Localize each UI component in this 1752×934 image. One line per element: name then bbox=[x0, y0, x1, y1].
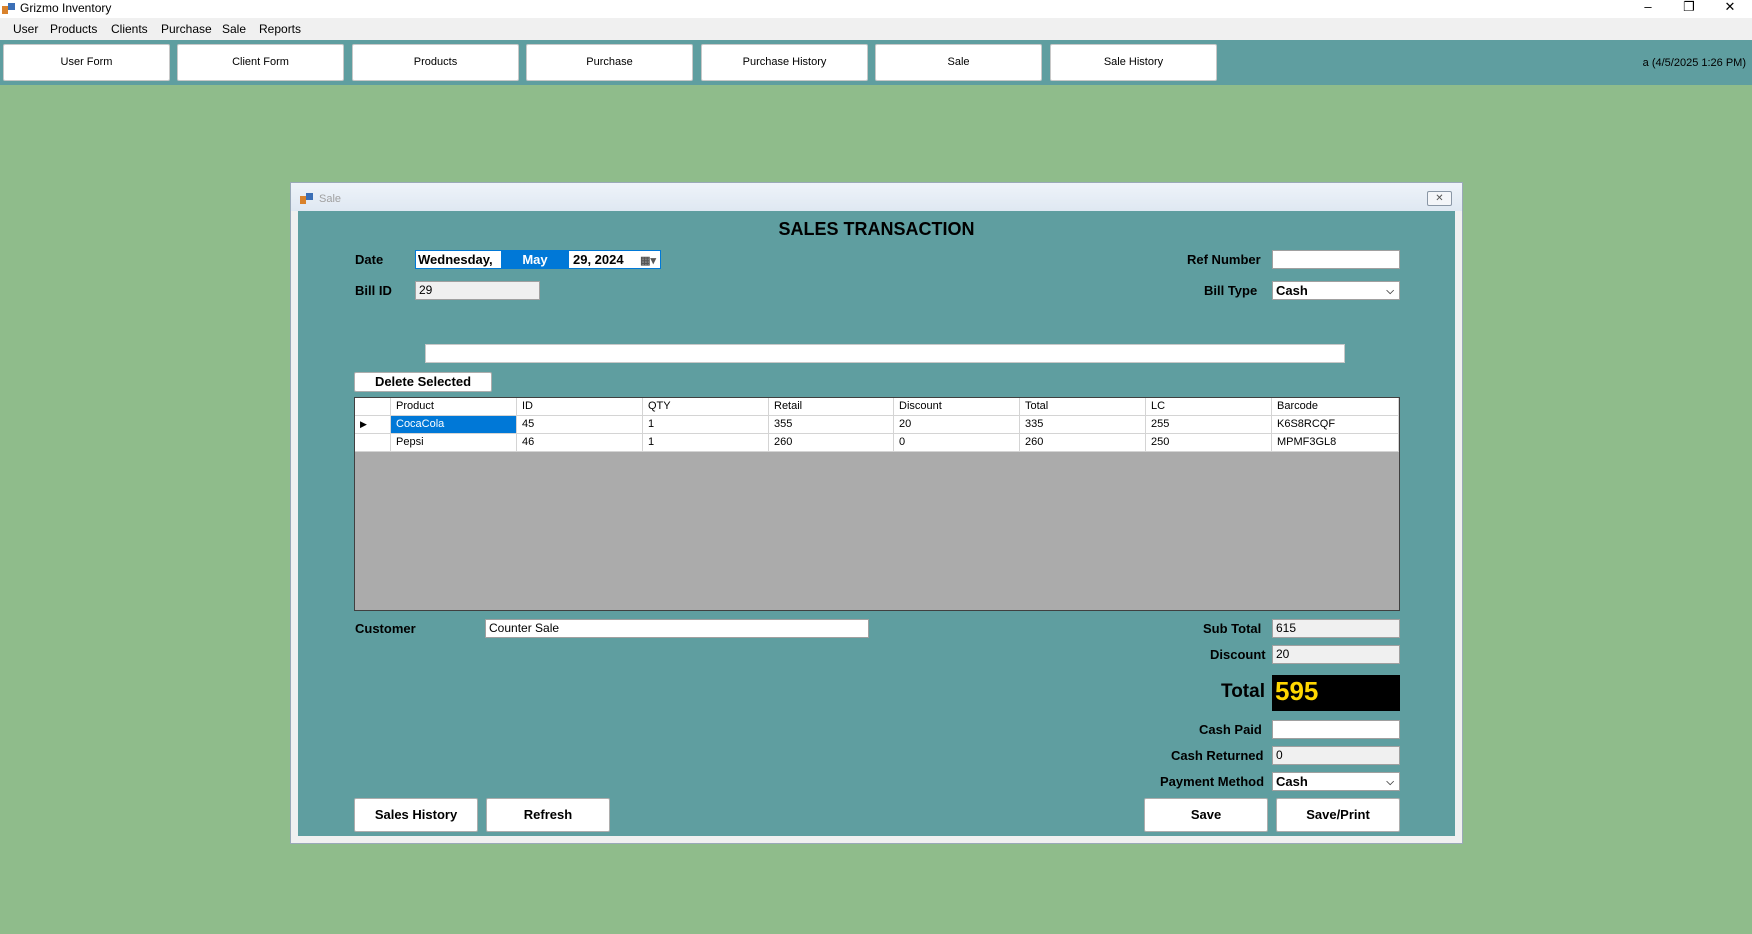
sales-grid[interactable]: Product ID QTY Retail Discount Total LC … bbox=[354, 397, 1400, 611]
client-form-button[interactable]: Client Form bbox=[177, 44, 344, 81]
sale-history-button[interactable]: Sale History bbox=[1050, 44, 1217, 81]
discount-field[interactable]: 20 bbox=[1272, 645, 1400, 664]
payment-method-select[interactable]: Cash ⌵ bbox=[1272, 772, 1400, 791]
column-header-product[interactable]: Product bbox=[391, 398, 517, 416]
date-month[interactable]: May bbox=[501, 251, 569, 268]
payment-method-label: Payment Method bbox=[1160, 774, 1265, 789]
table-cell[interactable]: MPMF3GL8 bbox=[1272, 434, 1399, 452]
total-display: 595 bbox=[1272, 675, 1400, 711]
menu-products[interactable]: Products bbox=[50, 22, 97, 36]
table-cell[interactable]: 1 bbox=[643, 416, 769, 434]
row-marker-icon[interactable]: ▶ bbox=[355, 416, 391, 434]
column-header-qty[interactable]: QTY bbox=[643, 398, 769, 416]
table-cell[interactable]: 1 bbox=[643, 434, 769, 452]
ref-number-label: Ref Number bbox=[1187, 252, 1261, 267]
products-button[interactable]: Products bbox=[352, 44, 519, 81]
bill-id-label: Bill ID bbox=[355, 283, 392, 298]
purchase-button[interactable]: Purchase bbox=[526, 44, 693, 81]
column-header-barcode[interactable]: Barcode bbox=[1272, 398, 1399, 416]
table-cell[interactable]: 45 bbox=[517, 416, 643, 434]
menu-user[interactable]: User bbox=[13, 22, 38, 36]
table-cell[interactable]: Pepsi bbox=[391, 434, 517, 452]
delete-selected-button[interactable]: Delete Selected bbox=[354, 372, 492, 392]
grid-corner bbox=[355, 398, 391, 416]
cash-paid-label: Cash Paid bbox=[1199, 722, 1262, 737]
save-print-button[interactable]: Save/Print bbox=[1276, 798, 1400, 832]
customer-label: Customer bbox=[355, 621, 416, 636]
discount-label: Discount bbox=[1210, 647, 1266, 662]
calendar-icon[interactable]: ▦▾ bbox=[640, 253, 656, 270]
table-cell[interactable]: 20 bbox=[894, 416, 1020, 434]
total-label: Total bbox=[1221, 681, 1265, 702]
user-status: a (4/5/2025 1:26 PM) bbox=[1642, 57, 1746, 69]
date-label: Date bbox=[355, 252, 384, 267]
customer-field[interactable]: Counter Sale bbox=[485, 619, 869, 638]
column-header-lc[interactable]: LC bbox=[1146, 398, 1272, 416]
save-button[interactable]: Save bbox=[1144, 798, 1268, 832]
minimize-button[interactable]: – bbox=[1628, 0, 1668, 18]
table-cell[interactable]: 250 bbox=[1146, 434, 1272, 452]
bill-type-label: Bill Type bbox=[1204, 283, 1258, 298]
chevron-down-icon: ⌵ bbox=[1386, 777, 1394, 788]
window-title: Grizmo Inventory bbox=[20, 1, 112, 15]
menu-reports[interactable]: Reports bbox=[259, 22, 301, 36]
dialog-body: SALES TRANSACTION Date Wednesday, May 29… bbox=[298, 211, 1455, 836]
cash-paid-field[interactable] bbox=[1272, 720, 1400, 739]
date-picker[interactable]: Wednesday, May 29, 2024 ▦▾ bbox=[415, 250, 661, 269]
table-cell[interactable]: K6S8RCQF bbox=[1272, 416, 1399, 434]
close-window-button[interactable]: ✕ bbox=[1710, 0, 1750, 18]
payment-method-value: Cash bbox=[1276, 774, 1308, 789]
sale-dialog: Sale ✕ SALES TRANSACTION Date Wednesday,… bbox=[290, 182, 1463, 844]
bill-type-select[interactable]: Cash ⌵ bbox=[1272, 281, 1400, 300]
sale-button[interactable]: Sale bbox=[875, 44, 1042, 81]
ref-number-field[interactable] bbox=[1272, 250, 1400, 269]
menu-purchase[interactable]: Purchase bbox=[161, 22, 212, 36]
table-cell[interactable]: 260 bbox=[1020, 434, 1146, 452]
menu-bar: User Products Clients Purchase Sale Repo… bbox=[0, 18, 1752, 40]
table-cell[interactable]: CocaCola bbox=[391, 416, 517, 434]
menu-clients[interactable]: Clients bbox=[111, 22, 148, 36]
date-weekday: Wednesday, bbox=[418, 252, 493, 267]
menu-sale[interactable]: Sale bbox=[222, 22, 246, 36]
title-bar: Grizmo Inventory – ❐ ✕ bbox=[0, 0, 1752, 18]
table-cell[interactable]: 0 bbox=[894, 434, 1020, 452]
purchase-history-button[interactable]: Purchase History bbox=[701, 44, 868, 81]
row-header[interactable] bbox=[355, 434, 391, 452]
product-search-input[interactable] bbox=[425, 344, 1345, 363]
sub-total-label: Sub Total bbox=[1203, 621, 1262, 636]
column-header-discount[interactable]: Discount bbox=[894, 398, 1020, 416]
sub-total-field[interactable]: 615 bbox=[1272, 619, 1400, 638]
sales-history-button[interactable]: Sales History bbox=[354, 798, 478, 832]
dialog-close-icon[interactable]: ✕ bbox=[1427, 191, 1452, 206]
refresh-button[interactable]: Refresh bbox=[486, 798, 610, 832]
chevron-down-icon: ⌵ bbox=[1386, 286, 1394, 297]
cash-returned-field[interactable]: 0 bbox=[1272, 746, 1400, 765]
restore-button[interactable]: ❐ bbox=[1669, 0, 1709, 18]
dialog-icon bbox=[300, 193, 313, 204]
dialog-title-bar: Sale ✕ bbox=[291, 183, 1462, 211]
date-day-year: 29, 2024 bbox=[573, 252, 624, 267]
app-icon bbox=[2, 3, 15, 14]
bill-id-field[interactable]: 29 bbox=[415, 281, 540, 300]
bill-type-value: Cash bbox=[1276, 283, 1308, 298]
page-title: SALES TRANSACTION bbox=[778, 219, 975, 239]
table-cell[interactable]: 255 bbox=[1146, 416, 1272, 434]
toolbar: User Form Client Form Products Purchase … bbox=[0, 40, 1752, 85]
table-cell[interactable]: 355 bbox=[769, 416, 894, 434]
user-form-button[interactable]: User Form bbox=[3, 44, 170, 81]
column-header-id[interactable]: ID bbox=[517, 398, 643, 416]
column-header-total[interactable]: Total bbox=[1020, 398, 1146, 416]
table-cell[interactable]: 46 bbox=[517, 434, 643, 452]
table-cell[interactable]: 335 bbox=[1020, 416, 1146, 434]
dialog-title: Sale bbox=[319, 193, 342, 205]
cash-returned-label: Cash Returned bbox=[1171, 748, 1264, 763]
table-cell[interactable]: 260 bbox=[769, 434, 894, 452]
column-header-retail[interactable]: Retail bbox=[769, 398, 894, 416]
